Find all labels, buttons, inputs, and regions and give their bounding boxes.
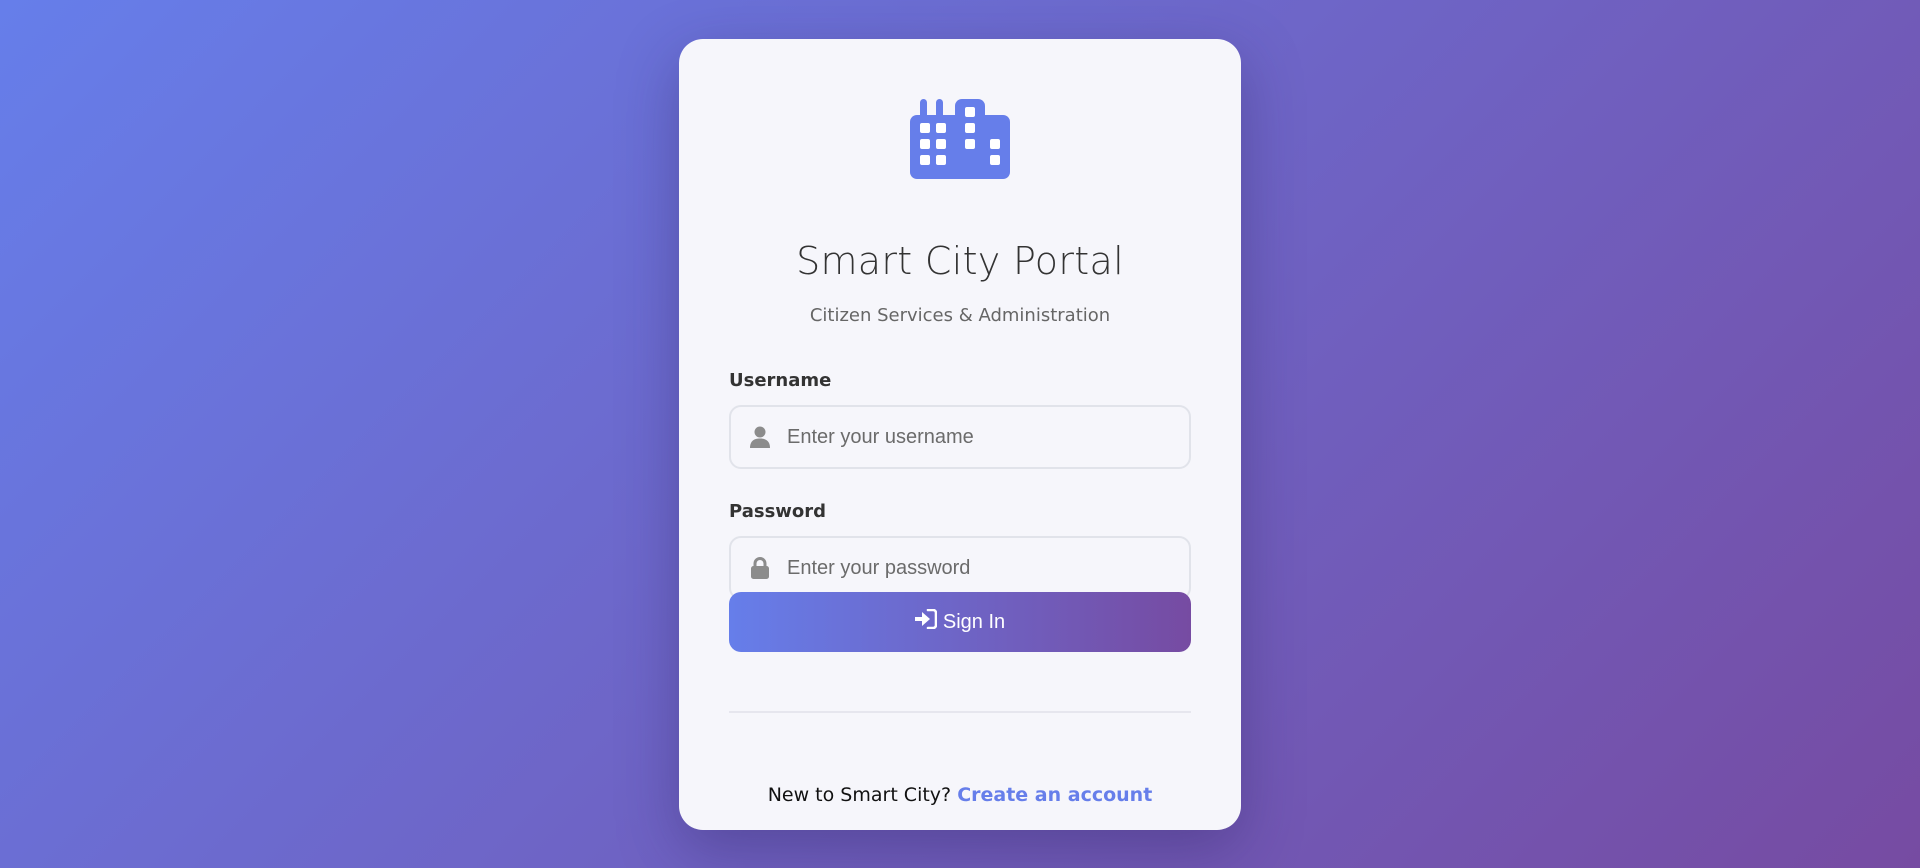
page-subtitle: Citizen Services & Administration [809,305,1111,326]
username-label: Username [729,370,832,391]
user-icon [749,425,771,449]
username-input[interactable] [787,407,1177,467]
sign-in-icon [914,608,938,635]
divider [729,711,1191,713]
password-input[interactable] [787,538,1177,598]
sign-in-label: Sign In [942,610,1006,633]
login-card: Smart City Portal Citizen Services & Adm… [679,39,1241,830]
password-label: Password [729,501,827,522]
signup-prompt: New to Smart City? Create an account [679,784,1241,806]
page-title: Smart City Portal [796,239,1124,283]
username-field [729,405,1191,469]
signup-prompt-text: New to Smart City? [767,784,952,806]
city-building-icon [910,99,1010,179]
lock-icon [749,556,771,580]
password-field [729,536,1191,600]
sign-in-button[interactable]: Sign In [729,592,1191,652]
create-account-link[interactable]: Create an account [957,784,1152,806]
